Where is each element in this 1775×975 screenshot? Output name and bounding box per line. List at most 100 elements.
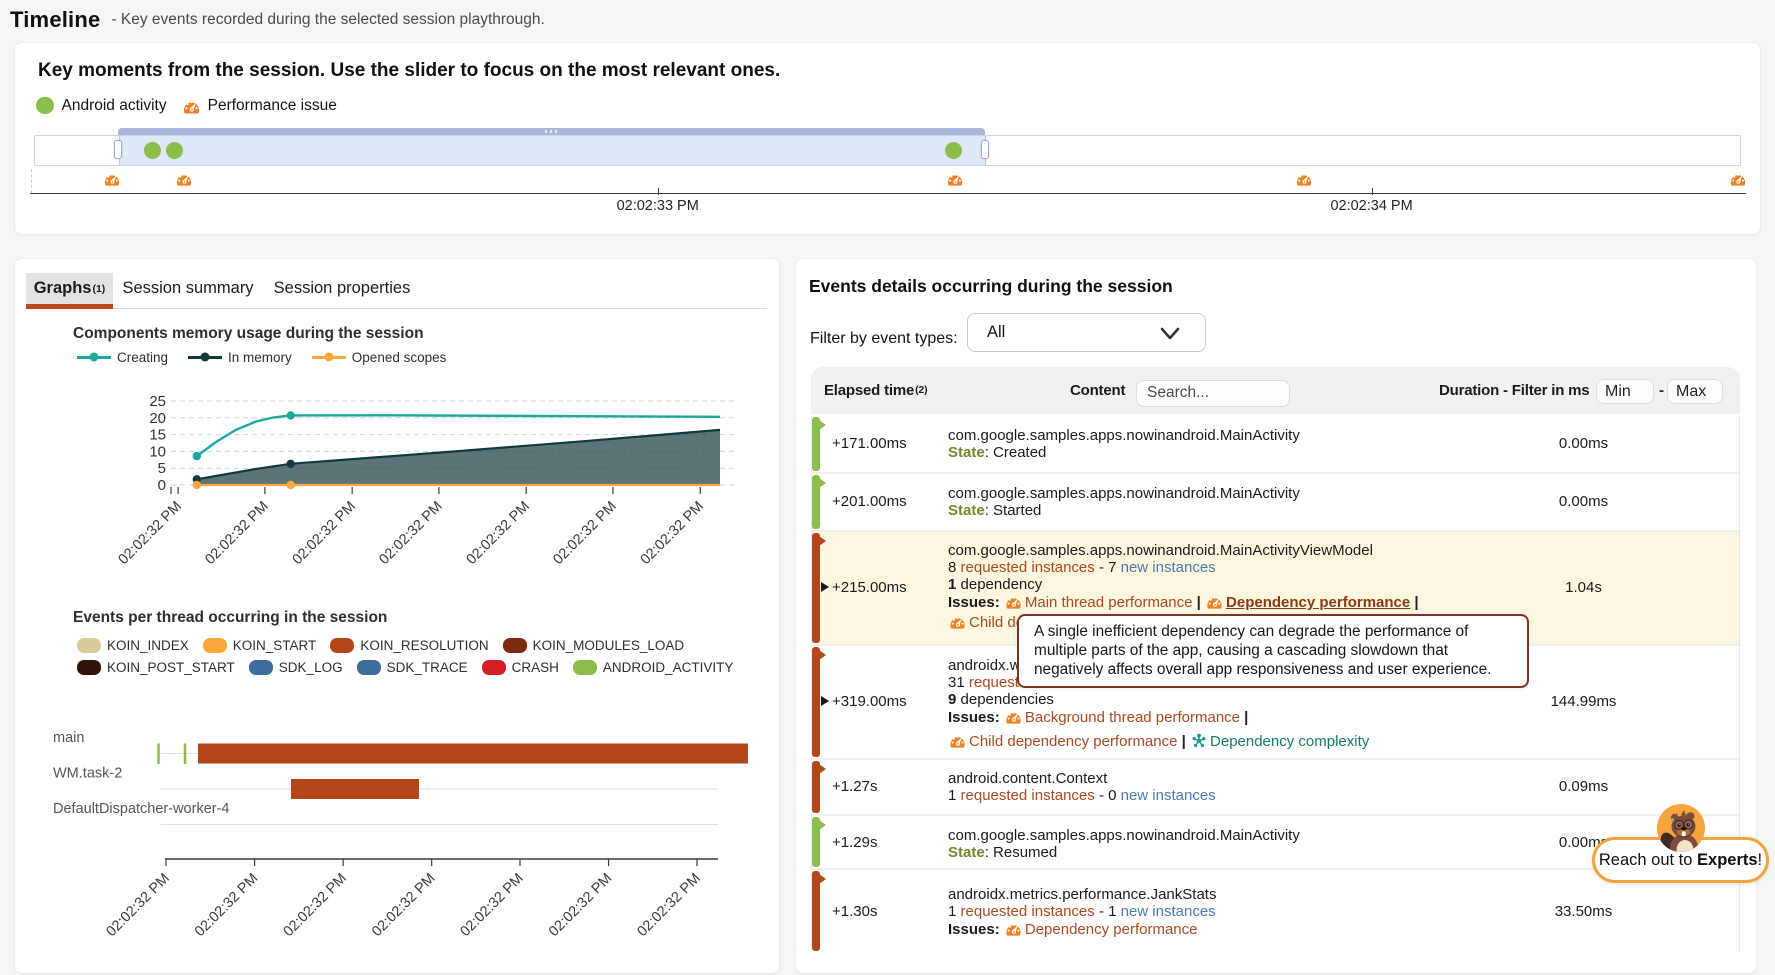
event-link[interactable]: Dependency performance (1226, 594, 1410, 611)
x-axis-tick-label: 02:02:32 PM (103, 871, 172, 940)
content-header-label: Content (1070, 382, 1125, 399)
tab-session-properties[interactable]: Session properties (263, 273, 421, 304)
duration-max-input[interactable] (1667, 379, 1723, 404)
thread-event-tick[interactable] (184, 744, 187, 765)
thread-legend-item-koin_start[interactable]: KOIN_START (203, 638, 317, 653)
performance-gauge-icon (183, 98, 200, 114)
event-text: | (1192, 594, 1205, 611)
thread-event-tick[interactable] (157, 744, 160, 765)
thread-legend-item-crash[interactable]: CRASH (482, 660, 559, 675)
slider-handle-left[interactable] (114, 140, 122, 159)
timeline-axis-tick (1372, 188, 1373, 195)
event-elapsed-time: +319.00ms (832, 693, 907, 710)
memory-legend-item[interactable]: Creating (77, 350, 168, 365)
event-elapsed-time: +1.29s (832, 834, 877, 851)
row-expander-icon[interactable] (821, 696, 829, 706)
x-axis-tick-label: 02:02:32 PM (369, 871, 438, 940)
tab-session-summary[interactable]: Session summary (113, 273, 263, 304)
y-axis-label: 25 (149, 393, 166, 410)
thread-legend-item-android_activity[interactable]: ANDROID_ACTIVITY (573, 660, 734, 675)
event-link[interactable]: Dependency performance (1025, 921, 1198, 938)
memory-chart-legend: Creating In memory Opened scopes (77, 348, 446, 366)
performance-issue-event-icon[interactable] (104, 171, 120, 186)
performance-issue-event-icon[interactable] (1730, 171, 1746, 186)
beaver-icon (1657, 804, 1705, 852)
event-text: 1 (948, 903, 961, 920)
thread-legend-item-koin_index[interactable]: KOIN_INDEX (77, 638, 189, 653)
event-link[interactable]: requested instances (961, 787, 1095, 804)
event-row[interactable]: +1.27sandroid.content.Context1 requested… (812, 758, 1739, 815)
x-axis-tick-label: 02:02:32 PM (638, 499, 707, 568)
memory-chart-title: Components memory usage during the sessi… (73, 325, 424, 343)
slider-selected-range[interactable] (119, 136, 986, 165)
content-search-input[interactable] (1136, 380, 1290, 408)
event-link[interactable]: requested instances (961, 559, 1095, 576)
thread-legend-item-sdk_trace[interactable]: SDK_TRACE (357, 660, 468, 675)
event-elapsed-time: +215.00ms (832, 579, 907, 596)
event-text: 31 (948, 674, 969, 691)
in-memory-area (197, 430, 720, 485)
android-activity-event-dot[interactable] (144, 142, 162, 160)
thread-legend-label: SDK_LOG (279, 660, 343, 675)
event-link[interactable]: Dependency complexity (1210, 733, 1369, 750)
event-link[interactable]: new instances (1121, 787, 1216, 804)
performance-gauge-icon (1005, 921, 1022, 936)
event-text: androidx.w (948, 657, 1021, 674)
thread-legend-item-sdk_log[interactable]: SDK_LOG (249, 660, 343, 675)
thread-legend-label: ANDROID_ACTIVITY (603, 660, 734, 675)
event-link[interactable]: new instances (1121, 559, 1216, 576)
duration-header-label: Duration - Filter in ms (1439, 382, 1589, 399)
memory-legend-marker (77, 356, 111, 359)
event-link[interactable]: Main thread performance (1025, 594, 1193, 611)
dependency-complexity-icon (1191, 733, 1207, 748)
event-link[interactable]: Child dependency performance (969, 733, 1177, 750)
thread-bar-WM.task-2[interactable] (291, 779, 419, 799)
event-row[interactable]: +201.00mscom.google.samples.apps.nowinan… (812, 472, 1739, 530)
x-axis-tick-label: 02:02:32 PM (376, 499, 445, 568)
performance-gauge-icon (1005, 594, 1022, 609)
graphs-card: Graphs(1) Session summary Session proper… (14, 258, 780, 974)
thread-legend-label: KOIN_INDEX (107, 638, 189, 653)
thread-bar-main[interactable] (198, 744, 748, 764)
slider-handle-right[interactable] (981, 140, 989, 159)
event-link[interactable]: new instances (1121, 903, 1216, 920)
event-row[interactable]: +1.30sandroidx.metrics.performance.JankS… (812, 868, 1739, 952)
elapsed-header-label: Elapsed time (824, 382, 914, 399)
series-marker (286, 411, 294, 419)
duration-min-input[interactable] (1596, 379, 1654, 404)
event-link[interactable]: Background thread performance (1025, 709, 1240, 726)
slider-selected-top-bar[interactable] (118, 128, 985, 135)
thread-legend-item-koin_resolution[interactable]: KOIN_RESOLUTION (330, 638, 488, 653)
y-axis-label: 5 (158, 460, 166, 477)
performance-issue-event-icon[interactable] (1296, 171, 1312, 186)
performance-issue-event-icon[interactable] (947, 171, 963, 186)
event-text: State (948, 844, 985, 861)
x-axis-tick-label: 02:02:32 PM (464, 499, 533, 568)
thread-legend-item-koin_modules_load[interactable]: KOIN_MODULES_LOAD (503, 638, 685, 653)
event-type-select[interactable]: All (967, 313, 1206, 352)
beaver-mascot-avatar[interactable] (1657, 804, 1705, 852)
tab-bar: Graphs(1) Session summary Session proper… (26, 273, 767, 322)
event-text: State (948, 444, 985, 461)
performance-gauge-icon (1206, 594, 1223, 609)
memory-legend-marker (188, 356, 222, 359)
event-text: androidx.metrics.performance.JankStats (948, 886, 1216, 903)
timeline-axis-start-dash (31, 169, 32, 193)
y-axis-label: 0 (158, 477, 166, 494)
filter-label: Filter by event types: (810, 319, 958, 358)
tab-graphs[interactable]: Graphs(1) (26, 273, 113, 304)
thread-legend-item-koin_post_start[interactable]: KOIN_POST_START (77, 660, 235, 675)
memory-chart: 051015202502:02:32 PM02:02:32 PM02:02:32… (15, 366, 781, 606)
thread-chart: mainWM.task-2DefaultDispatcher-worker-40… (15, 691, 781, 975)
event-text: State (948, 502, 985, 519)
slider-track[interactable] (34, 135, 1741, 166)
event-link[interactable]: requested instances (961, 903, 1095, 920)
thread-legend-swatch (482, 660, 506, 675)
event-row[interactable]: +171.00mscom.google.samples.apps.nowinan… (812, 416, 1739, 472)
memory-legend-item[interactable]: In memory (188, 350, 292, 365)
tab-bar-divider (26, 308, 767, 309)
memory-legend-item[interactable]: Opened scopes (312, 350, 447, 365)
performance-issue-event-icon[interactable] (176, 171, 192, 186)
event-link[interactable]: Child de (969, 614, 1024, 631)
row-expander-icon[interactable] (821, 582, 829, 592)
